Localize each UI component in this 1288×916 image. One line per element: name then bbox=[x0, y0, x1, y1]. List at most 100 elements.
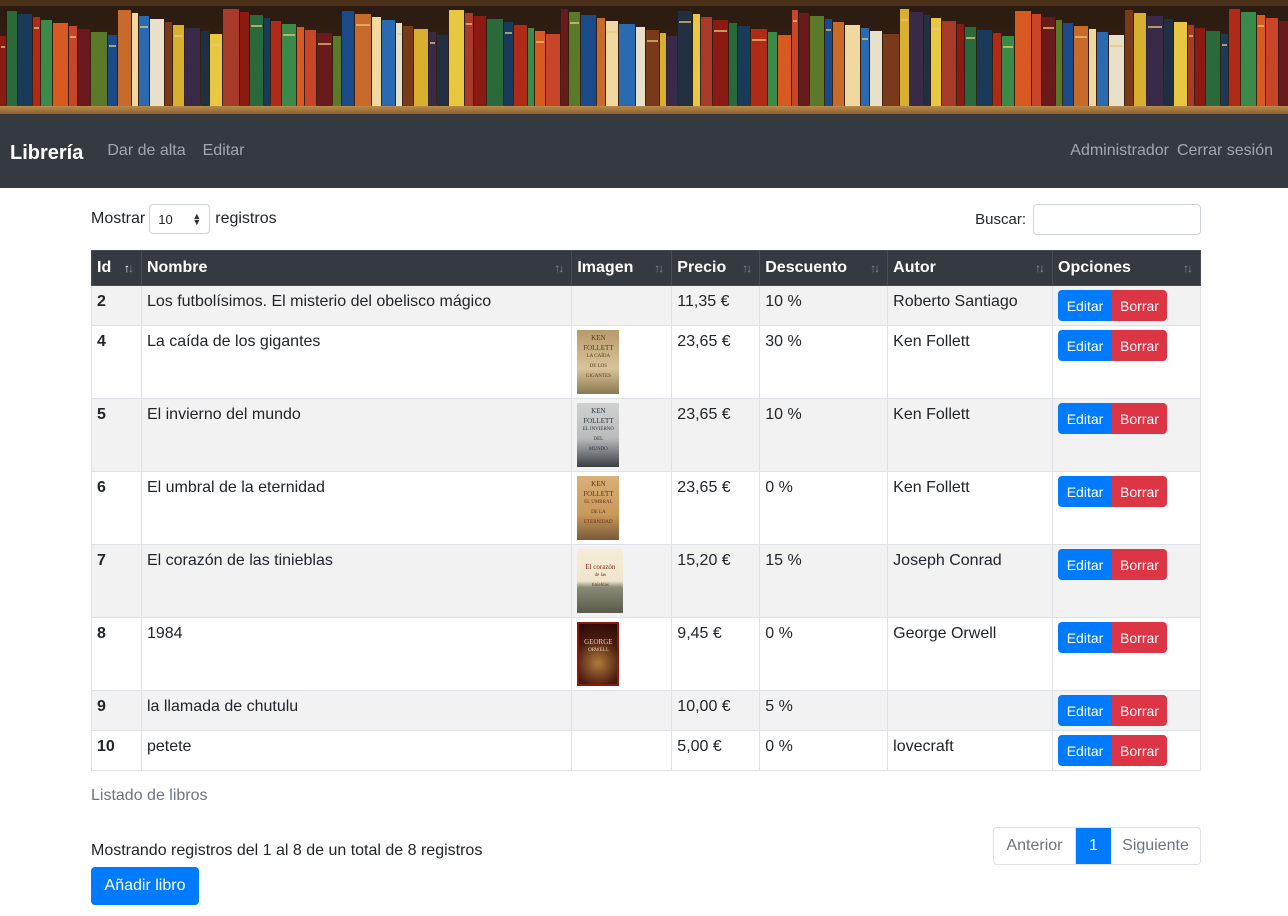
cell-autor: Ken Follett bbox=[887, 398, 1053, 472]
col-id[interactable]: Id ↑↓ bbox=[91, 250, 142, 286]
edit-button[interactable]: Editar bbox=[1058, 290, 1112, 321]
table-info: Mostrando registros del 1 al 8 de un tot… bbox=[91, 842, 483, 859]
book-cover-image: KEN FOLLETT EL INVIERNO DEL MUNDO bbox=[577, 403, 620, 467]
nav-cerrar-sesion[interactable]: Cerrar sesión bbox=[1177, 142, 1273, 160]
cell-id: 4 bbox=[91, 325, 142, 399]
pager-previous[interactable]: Anterior bbox=[994, 828, 1076, 864]
col-precio[interactable]: Precio ↑↓ bbox=[671, 250, 761, 286]
edit-button[interactable]: Editar bbox=[1058, 695, 1112, 726]
cell-precio: 9,45 € bbox=[671, 617, 761, 691]
cell-nombre: La caída de los gigantes bbox=[140, 325, 573, 399]
cell-autor: George Orwell bbox=[887, 617, 1053, 691]
nav-administrador[interactable]: Administrador bbox=[1070, 142, 1169, 160]
table-row: 7 El corazón de las tinieblas El corazón de… bbox=[91, 544, 1201, 618]
table-row: 6 El umbral de la eternidad KEN FOLLETT EL U… bbox=[91, 471, 1201, 545]
search-control: Buscar: bbox=[975, 204, 1201, 235]
cell-imagen: GEORGE ORWELL bbox=[571, 617, 673, 691]
cell-precio: 10,00 € bbox=[671, 690, 761, 731]
delete-button[interactable]: Borrar bbox=[1112, 330, 1167, 361]
delete-button[interactable]: Borrar bbox=[1112, 695, 1167, 726]
cell-imagen: El corazón de las tinieblas bbox=[571, 544, 673, 618]
col-imagen[interactable]: Imagen ↑↓ bbox=[571, 250, 673, 286]
table-caption: Listado de libros bbox=[91, 787, 208, 804]
table-header-row: Id ↑↓ Nombre ↑↓ Imagen ↑↓ Precio ↑↓ Descuent… bbox=[91, 250, 1201, 286]
col-nombre[interactable]: Nombre ↑↓ bbox=[140, 250, 573, 286]
cell-nombre: El corazón de las tinieblas bbox=[140, 544, 573, 618]
sort-icon: ↑↓ bbox=[554, 261, 564, 275]
delete-button[interactable]: Borrar bbox=[1112, 476, 1167, 507]
pager-next[interactable]: Siguiente bbox=[1111, 828, 1200, 864]
table-row: 8 1984 GEORGE ORWELL 9,45 €0 % George Orwell E… bbox=[91, 617, 1201, 691]
cell-autor: Roberto Santiago bbox=[887, 285, 1053, 326]
cell-precio: 15,20 € bbox=[671, 544, 761, 618]
book-cover-image: KEN FOLLETT LA CAÍDA DE LOS GIGANTES bbox=[577, 330, 620, 394]
cell-precio: 23,65 € bbox=[671, 325, 761, 399]
table-row: 2 Los futbolísimos. El misterio del obeli… bbox=[91, 285, 1201, 326]
cell-nombre: petete bbox=[140, 730, 573, 771]
cell-descuento: 0 % bbox=[759, 617, 889, 691]
col-descuento[interactable]: Descuento ↑↓ bbox=[759, 250, 889, 286]
cell-opciones: Editar Borrar bbox=[1052, 544, 1201, 618]
table-row: 9 la llamada de chutulu 10,00 €5 % Editar Bo… bbox=[91, 690, 1201, 731]
length-control: Mostrar 10 ▲ ▼ registros bbox=[91, 204, 277, 234]
edit-button[interactable]: Editar bbox=[1058, 330, 1112, 361]
edit-button[interactable]: Editar bbox=[1058, 403, 1112, 434]
delete-button[interactable]: Borrar bbox=[1112, 403, 1167, 434]
delete-button[interactable]: Borrar bbox=[1112, 735, 1167, 766]
pagination: Anterior 1 Siguiente bbox=[993, 827, 1201, 865]
search-input[interactable] bbox=[1033, 204, 1201, 235]
cell-id: 7 bbox=[91, 544, 142, 618]
cell-opciones: Editar Borrar bbox=[1052, 398, 1201, 472]
cell-opciones: Editar Borrar bbox=[1052, 325, 1201, 399]
edit-button[interactable]: Editar bbox=[1058, 476, 1112, 507]
book-cover-image: KEN FOLLETT EL UMBRAL DE LA ETERNIDAD bbox=[577, 476, 620, 540]
cell-imagen bbox=[571, 730, 673, 771]
sort-icon: ↑↓ bbox=[1183, 261, 1193, 275]
cell-nombre: la llamada de chutulu bbox=[140, 690, 573, 731]
col-autor[interactable]: Autor ↑↓ bbox=[887, 250, 1053, 286]
cell-imagen: KEN FOLLETT EL INVIERNO DEL MUNDO bbox=[571, 398, 673, 472]
book-cover-image: El corazón de las tinieblas bbox=[577, 549, 624, 613]
delete-button[interactable]: Borrar bbox=[1112, 290, 1167, 321]
length-suffix: registros bbox=[215, 210, 277, 227]
delete-button[interactable]: Borrar bbox=[1112, 622, 1167, 653]
brand[interactable]: Librería bbox=[10, 142, 83, 165]
pager-page-1[interactable]: 1 bbox=[1076, 828, 1111, 864]
cell-precio: 23,65 € bbox=[671, 398, 761, 472]
cell-nombre: 1984 bbox=[140, 617, 573, 691]
nav-editar[interactable]: Editar bbox=[203, 142, 245, 160]
cell-nombre: Los futbolísimos. El misterio del obelis… bbox=[140, 285, 573, 326]
cell-nombre: El umbral de la eternidad bbox=[140, 471, 573, 545]
delete-button[interactable]: Borrar bbox=[1112, 549, 1167, 580]
cell-opciones: Editar Borrar bbox=[1052, 617, 1201, 691]
edit-button[interactable]: Editar bbox=[1058, 622, 1112, 653]
cell-autor: Joseph Conrad bbox=[887, 544, 1053, 618]
cell-imagen bbox=[571, 690, 673, 731]
length-select[interactable]: 10 ▲ ▼ bbox=[149, 204, 211, 234]
col-opciones[interactable]: Opciones ↑↓ bbox=[1052, 250, 1201, 286]
cell-imagen bbox=[571, 285, 673, 326]
table-row: 10 petete 5,00 €0 % lovecraft Editar Borrar bbox=[91, 730, 1201, 771]
add-book-button[interactable]: Añadir libro bbox=[91, 867, 199, 905]
bookshelf-banner bbox=[0, 0, 1288, 114]
books-table: Id ↑↓ Nombre ↑↓ Imagen ↑↓ Precio ↑↓ Descuent… bbox=[91, 250, 1201, 771]
sort-icon: ↑↓ bbox=[123, 261, 134, 275]
cell-id: 9 bbox=[91, 690, 142, 731]
table-row: 5 El invierno del mundo KEN FOLLETT EL INVIE… bbox=[91, 398, 1201, 472]
cell-descuento: 15 % bbox=[759, 544, 889, 618]
nav-dar-de-alta[interactable]: Dar de alta bbox=[107, 142, 185, 160]
cell-descuento: 0 % bbox=[759, 471, 889, 545]
cell-id: 2 bbox=[91, 285, 142, 326]
sort-icon: ↑↓ bbox=[870, 261, 880, 275]
cell-precio: 5,00 € bbox=[671, 730, 761, 771]
cell-id: 6 bbox=[91, 471, 142, 545]
cell-opciones: Editar Borrar bbox=[1052, 690, 1201, 731]
edit-button[interactable]: Editar bbox=[1058, 549, 1112, 580]
length-prefix: Mostrar bbox=[91, 210, 146, 227]
cell-imagen: KEN FOLLETT LA CAÍDA DE LOS GIGANTES bbox=[571, 325, 673, 399]
edit-button[interactable]: Editar bbox=[1058, 735, 1112, 766]
navbar: Librería Dar de alta Editar Administrado… bbox=[0, 114, 1288, 188]
cell-precio: 11,35 € bbox=[671, 285, 761, 326]
length-value: 10 bbox=[158, 211, 173, 227]
cell-precio: 23,65 € bbox=[671, 471, 761, 545]
